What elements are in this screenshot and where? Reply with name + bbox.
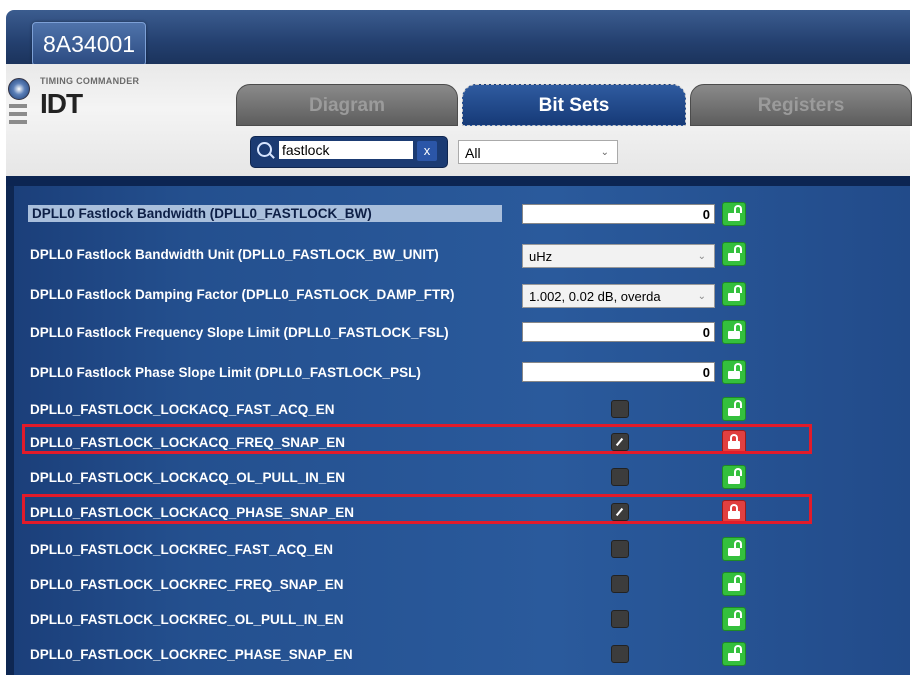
chevron-down-icon: ⌄ <box>697 251 706 262</box>
bit-set-label: DPLL0 Fastlock Phase Slope Limit (DPLL0_… <box>30 365 421 380</box>
chevron-down-icon: ⌄ <box>600 147 609 158</box>
filter-select-value: All <box>465 145 481 161</box>
tab-bit-sets[interactable]: Bit Sets <box>462 84 686 126</box>
unlocked-icon[interactable] <box>722 607 746 631</box>
unlocked-icon[interactable] <box>722 202 746 226</box>
bit-set-label: DPLL0_FASTLOCK_LOCKREC_FAST_ACQ_EN <box>30 542 334 557</box>
bit-set-row: DPLL0 Fastlock Bandwidth Unit (DPLL0_FAS… <box>22 240 902 270</box>
bit-set-label: DPLL0_FASTLOCK_LOCKREC_PHASE_SNAP_EN <box>30 647 353 662</box>
search-input[interactable] <box>279 141 413 159</box>
checkbox-unchecked[interactable] <box>611 610 629 628</box>
bit-set-label: DPLL0_FASTLOCK_LOCKACQ_OL_PULL_IN_EN <box>30 470 346 485</box>
chip-icon <box>8 78 32 126</box>
bit-set-row: DPLL0_FASTLOCK_LOCKREC_PHASE_SNAP_EN <box>22 640 902 670</box>
bit-set-row: DPLL0 Fastlock Bandwidth (DPLL0_FASTLOCK… <box>22 200 902 230</box>
unlocked-icon[interactable] <box>722 397 746 421</box>
unlocked-icon[interactable] <box>722 537 746 561</box>
value-dropdown-text: uHz <box>529 249 553 264</box>
chevron-down-icon: ⌄ <box>697 291 706 302</box>
value-dropdown[interactable]: 1.002, 0.02 dB, overda ⌄ <box>522 284 715 308</box>
clear-search-button[interactable]: x <box>417 141 437 161</box>
unlocked-icon[interactable] <box>722 320 746 344</box>
bit-set-label: DPLL0 Fastlock Frequency Slope Limit (DP… <box>30 325 449 340</box>
bit-set-label: DPLL0_FASTLOCK_LOCKREC_FREQ_SNAP_EN <box>30 577 344 592</box>
unlocked-icon[interactable] <box>722 572 746 596</box>
panel-top-border <box>6 176 910 186</box>
bit-set-row: DPLL0_FASTLOCK_LOCKACQ_OL_PULL_IN_EN <box>22 463 902 493</box>
unlocked-icon[interactable] <box>722 465 746 489</box>
unlocked-icon[interactable] <box>722 360 746 384</box>
unlocked-icon[interactable] <box>722 642 746 666</box>
unlocked-icon[interactable] <box>722 282 746 306</box>
checkbox-unchecked[interactable] <box>611 468 629 486</box>
bit-set-label: DPLL0 Fastlock Bandwidth (DPLL0_FASTLOCK… <box>28 205 502 222</box>
bit-set-row: DPLL0 Fastlock Frequency Slope Limit (DP… <box>22 318 902 348</box>
bit-set-row: DPLL0_FASTLOCK_LOCKREC_FAST_ACQ_EN <box>22 535 902 565</box>
unlocked-icon[interactable] <box>722 242 746 266</box>
bit-set-row: DPLL0 Fastlock Phase Slope Limit (DPLL0_… <box>22 358 902 388</box>
bit-set-label: DPLL0 Fastlock Bandwidth Unit (DPLL0_FAS… <box>30 247 439 262</box>
highlight-box <box>22 424 812 454</box>
value-dropdown[interactable]: uHz ⌄ <box>522 244 715 268</box>
checkbox-unchecked[interactable] <box>611 540 629 558</box>
bit-set-row: DPLL0_FASTLOCK_LOCKREC_FREQ_SNAP_EN <box>22 570 902 600</box>
value-dropdown-text: 1.002, 0.02 dB, overda <box>529 289 661 304</box>
title-bar: 8A34001 <box>6 10 910 66</box>
search-icon <box>257 142 272 157</box>
app-header: TIMING COMMANDER IDT Diagram Bit Sets Re… <box>6 64 912 176</box>
bit-set-label: DPLL0 Fastlock Damping Factor (DPLL0_FAS… <box>30 287 455 302</box>
value-input[interactable]: 0 <box>522 322 715 342</box>
bit-set-row: DPLL0_FASTLOCK_LOCKACQ_FAST_ACQ_EN <box>22 395 902 425</box>
tab-diagram[interactable]: Diagram <box>236 84 458 126</box>
highlight-box <box>22 494 812 524</box>
checkbox-unchecked[interactable] <box>611 400 629 418</box>
device-id-badge: 8A34001 <box>32 22 147 66</box>
search-box: x <box>250 136 448 168</box>
tab-registers[interactable]: Registers <box>690 84 912 126</box>
product-name: TIMING COMMANDER <box>40 76 140 86</box>
checkbox-unchecked[interactable] <box>611 645 629 663</box>
bit-set-row: DPLL0_FASTLOCK_LOCKREC_OL_PULL_IN_EN <box>22 605 902 635</box>
bit-set-label: DPLL0_FASTLOCK_LOCKREC_OL_PULL_IN_EN <box>30 612 344 627</box>
bit-set-row: DPLL0 Fastlock Damping Factor (DPLL0_FAS… <box>22 280 902 310</box>
checkbox-unchecked[interactable] <box>611 575 629 593</box>
value-input[interactable]: 0 <box>522 362 715 382</box>
filter-select[interactable]: All ⌄ <box>458 140 618 164</box>
bit-set-label: DPLL0_FASTLOCK_LOCKACQ_FAST_ACQ_EN <box>30 402 335 417</box>
value-input[interactable]: 0 <box>522 204 715 224</box>
company-logo: IDT <box>40 88 83 119</box>
